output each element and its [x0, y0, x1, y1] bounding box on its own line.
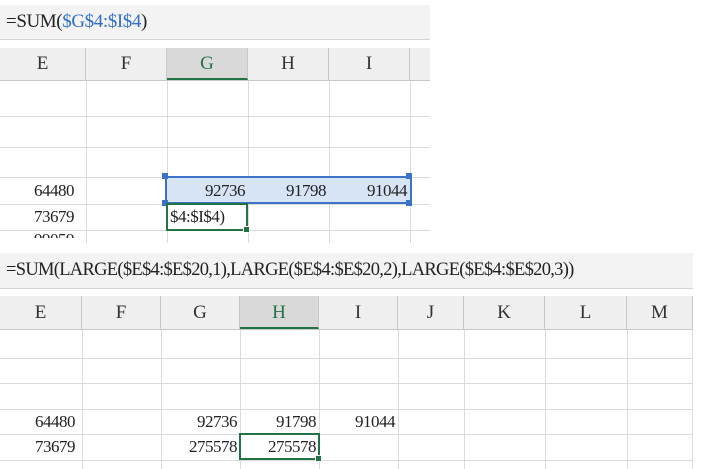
cell-g5[interactable]: 275578: [161, 435, 240, 459]
column-header-l[interactable]: L: [545, 296, 627, 329]
column-header-row-top: E F G H I: [0, 48, 430, 81]
formula-bar-bottom[interactable]: =SUM(LARGE($E$4:$E$20,1),LARGE($E$4:$E$2…: [0, 253, 693, 289]
fill-handle[interactable]: [243, 226, 250, 233]
column-header-i[interactable]: I: [329, 48, 410, 80]
cell-g4[interactable]: 92736: [161, 410, 240, 433]
cell-h4[interactable]: 91798: [240, 410, 319, 433]
cell-h4[interactable]: 91798: [248, 179, 329, 203]
column-header-k[interactable]: K: [464, 296, 545, 329]
column-header-f[interactable]: F: [86, 48, 167, 80]
column-header-g[interactable]: G: [167, 48, 248, 80]
cell-i4[interactable]: 91044: [319, 410, 398, 433]
column-header-h[interactable]: H: [240, 296, 319, 329]
cell-e5[interactable]: 73679: [29, 435, 82, 459]
bottom-spreadsheet-panel: =SUM(LARGE($E$4:$E$20,1),LARGE($E$4:$E$2…: [0, 253, 693, 469]
formula-range-reference: $G$4:$I$4: [62, 11, 141, 32]
formula-suffix: ): [140, 11, 147, 32]
column-header-row-bottom: E F G H I J K L M: [0, 296, 693, 330]
cell-grid-top[interactable]: 64480 92736 91798 91044 73679 $4:$I$4) 9…: [0, 81, 430, 243]
cell-e4[interactable]: 64480: [28, 179, 86, 203]
cell-g5-edit-text: $4:$I$4): [170, 207, 225, 226]
column-header-j[interactable]: J: [398, 296, 464, 329]
column-header-h[interactable]: H: [248, 48, 329, 80]
column-header-f[interactable]: F: [82, 296, 161, 329]
cell-e5[interactable]: 73679: [28, 205, 86, 229]
column-header-g[interactable]: G: [161, 296, 240, 329]
formula-prefix: =SUM(: [6, 11, 63, 32]
column-header-m[interactable]: M: [627, 296, 693, 329]
cell-g4[interactable]: 92736: [167, 179, 248, 203]
column-header-e[interactable]: E: [0, 296, 82, 329]
column-header-e[interactable]: E: [0, 48, 86, 80]
cell-e4[interactable]: 64480: [29, 410, 82, 433]
column-header-i[interactable]: I: [319, 296, 398, 329]
top-spreadsheet-panel: =SUM($G$4:$I$4) E F G H I 64480 92736 91…: [0, 5, 430, 243]
cell-h5[interactable]: 275578: [240, 435, 319, 459]
cell-i4[interactable]: 91044: [329, 179, 410, 203]
cell-grid-bottom[interactable]: 64480 92736 91798 91044 73679 275578 275…: [0, 330, 693, 469]
cell-e6-partial: 99059: [34, 231, 74, 238]
formula-bar-top[interactable]: =SUM($G$4:$I$4): [0, 5, 430, 40]
